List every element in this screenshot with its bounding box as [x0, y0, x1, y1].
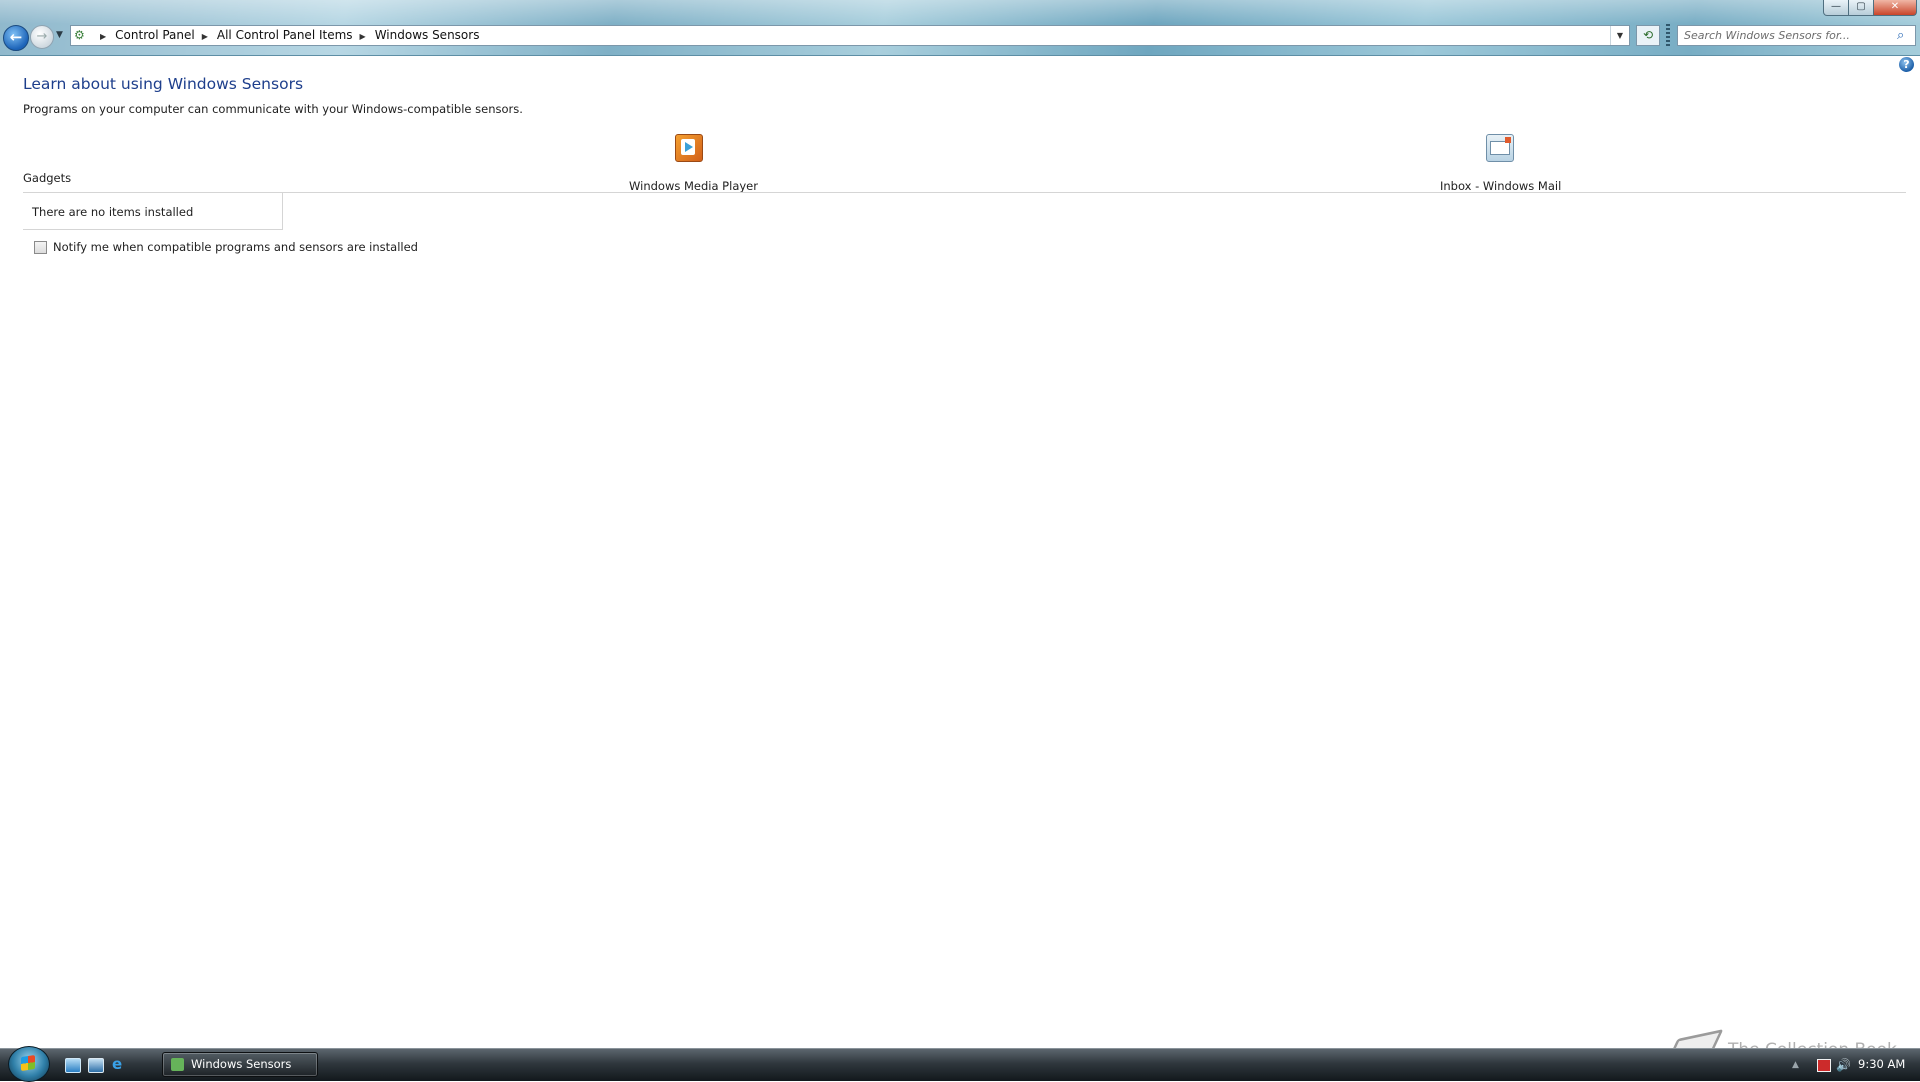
address-dropdown-button[interactable]: ▼ [1610, 26, 1629, 45]
taskbar-button-windows-sensors[interactable]: Windows Sensors [162, 1052, 318, 1077]
breadcrumb-control-panel[interactable]: Control Panel [115, 26, 195, 45]
control-panel-icon: ⚙ [74, 28, 85, 42]
windows-mail-icon [1486, 134, 1514, 162]
network-icon[interactable] [1817, 1059, 1831, 1072]
maximize-button[interactable]: ▢ [1848, 0, 1874, 16]
notify-label[interactable]: Notify me when compatible programs and s… [53, 240, 418, 254]
show-hidden-icons-button[interactable]: ▲ [1792, 1060, 1799, 1070]
taskbar-button-label: Windows Sensors [191, 1057, 292, 1071]
breadcrumb-all-control-panel-items[interactable]: All Control Panel Items [217, 26, 353, 45]
program-windows-mail[interactable]: Inbox - Windows Mail [1440, 134, 1562, 193]
breadcrumb-separator-icon[interactable]: ▶ [202, 27, 208, 46]
empty-list-message: There are no items installed [32, 205, 194, 219]
show-desktop-icon[interactable] [65, 1058, 81, 1073]
page-description: Programs on your computer can communicat… [23, 102, 523, 116]
forward-button[interactable]: → [30, 25, 54, 49]
back-button[interactable]: ← [3, 25, 29, 51]
divider [23, 192, 1906, 193]
program-windows-media-player[interactable]: Windows Media Player [629, 134, 758, 193]
page-title: Learn about using Windows Sensors [23, 75, 304, 93]
toolbar-grip[interactable] [1666, 24, 1670, 48]
breadcrumb: ▶ Control Panel ▶ All Control Panel Items ▶ W… [93, 26, 479, 45]
address-bar[interactable]: ⚙ ▶ Control Panel ▶ All Control Panel Items… [70, 25, 1630, 46]
program-label: Windows Media Player [629, 179, 758, 193]
search-input[interactable] [1677, 25, 1916, 46]
notify-option[interactable]: Notify me when compatible programs and s… [34, 240, 418, 254]
windows-logo-icon [21, 1055, 35, 1071]
switch-windows-icon[interactable] [88, 1058, 104, 1073]
clock[interactable]: 9:30 AM [1858, 1057, 1905, 1071]
refresh-button[interactable]: ⟲ [1636, 25, 1660, 46]
notify-checkbox[interactable] [34, 240, 47, 254]
sensors-icon [171, 1058, 184, 1071]
breadcrumb-windows-sensors[interactable]: Windows Sensors [375, 26, 480, 45]
internet-explorer-icon[interactable]: e [112, 1057, 122, 1072]
search-icon[interactable]: ⌕ [1897, 28, 1904, 43]
volume-icon[interactable]: 🔊 [1836, 1058, 1851, 1072]
gadgets-heading: Gadgets [23, 171, 72, 185]
help-button[interactable]: ? [1899, 57, 1914, 72]
close-button[interactable]: ✕ [1873, 0, 1917, 16]
minimize-button[interactable]: — [1823, 0, 1849, 16]
breadcrumb-separator-icon[interactable]: ▶ [360, 27, 366, 46]
gadgets-list: There are no items installed [23, 192, 283, 230]
recent-pages-dropdown[interactable]: ▼ [56, 30, 63, 40]
windows-media-player-icon [675, 134, 703, 162]
program-label: Inbox - Windows Mail [1440, 179, 1562, 193]
start-button[interactable] [8, 1046, 50, 1082]
breadcrumb-separator-icon[interactable]: ▶ [100, 27, 106, 46]
